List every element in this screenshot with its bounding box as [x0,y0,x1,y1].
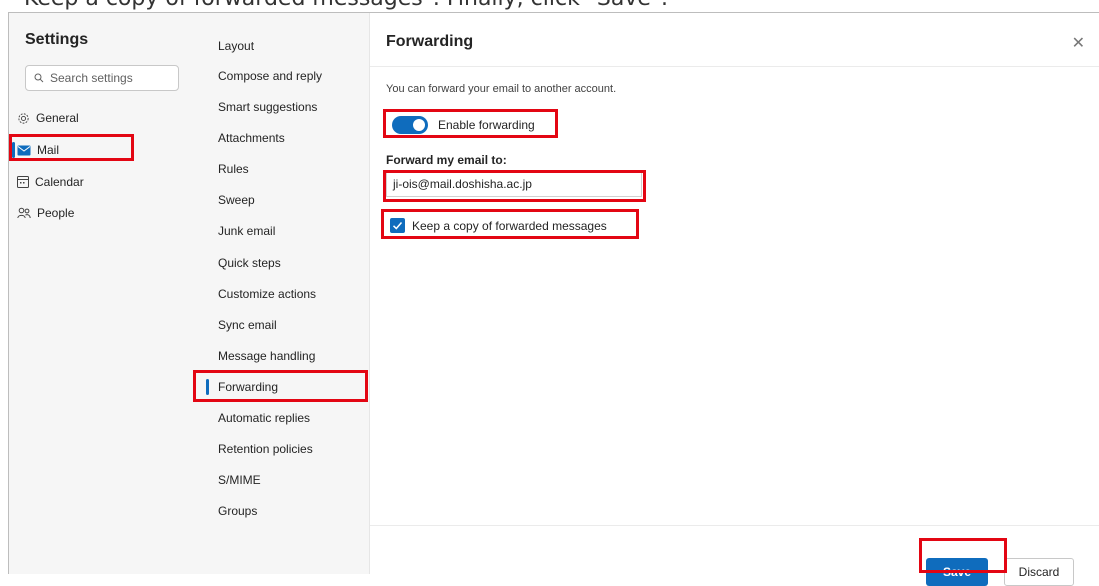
search-icon [34,73,44,83]
mail-setting-layout[interactable]: Layout [218,39,254,53]
mail-setting-rules[interactable]: Rules [218,162,249,176]
mail-settings-list: Layout Compose and reply Smart suggestio… [198,13,370,574]
category-label: People [37,206,75,220]
category-people[interactable]: People [17,202,74,224]
highlight-save [919,538,1007,573]
category-general[interactable]: General [17,107,79,129]
people-icon [17,207,31,219]
mail-setting-smart-suggestions[interactable]: Smart suggestions [218,100,317,114]
search-placeholder: Search settings [50,71,133,85]
category-label: General [36,111,79,125]
mail-setting-compose-and-reply[interactable]: Compose and reply [218,69,322,83]
category-label: Calendar [35,175,84,189]
mail-setting-quick-steps[interactable]: Quick steps [218,256,281,270]
highlight-enable-forwarding [383,109,558,138]
mail-setting-sync-email[interactable]: Sync email [218,318,277,332]
mail-setting-sweep[interactable]: Sweep [218,193,255,207]
forwarding-pane: Forwarding ✕ You can forward your email … [370,13,1099,586]
highlight-forwarding [193,370,368,402]
mail-setting-smime[interactable]: S/MIME [218,473,261,487]
mail-setting-attachments[interactable]: Attachments [218,131,285,145]
mail-setting-customize-actions[interactable]: Customize actions [218,287,316,301]
forward-to-label: Forward my email to: [386,153,507,167]
category-calendar[interactable]: Calendar [17,171,84,193]
header-divider [370,66,1099,67]
instruction-caption: Keep a copy of forwarded messages". Fina… [24,0,668,11]
close-icon[interactable]: ✕ [1072,33,1085,53]
discard-button[interactable]: Discard [1004,558,1074,586]
mail-setting-automatic-replies[interactable]: Automatic replies [218,411,310,425]
pane-title: Forwarding [386,33,474,50]
highlight-email-input [383,170,646,202]
calendar-icon [17,176,29,188]
gear-icon [18,112,29,124]
mail-setting-retention-policies[interactable]: Retention policies [218,442,313,456]
highlight-keep-copy [381,209,639,239]
mail-setting-message-handling[interactable]: Message handling [218,349,315,363]
settings-title: Settings [25,31,89,48]
mail-setting-junk-email[interactable]: Junk email [218,224,275,238]
search-input[interactable]: Search settings [25,65,179,91]
mail-setting-groups[interactable]: Groups [218,504,257,518]
forwarding-description: You can forward your email to another ac… [386,83,617,95]
highlight-mail [9,134,134,161]
settings-sidebar: Settings Search settings General Mail Ca… [9,13,198,574]
footer-divider [370,525,1099,526]
